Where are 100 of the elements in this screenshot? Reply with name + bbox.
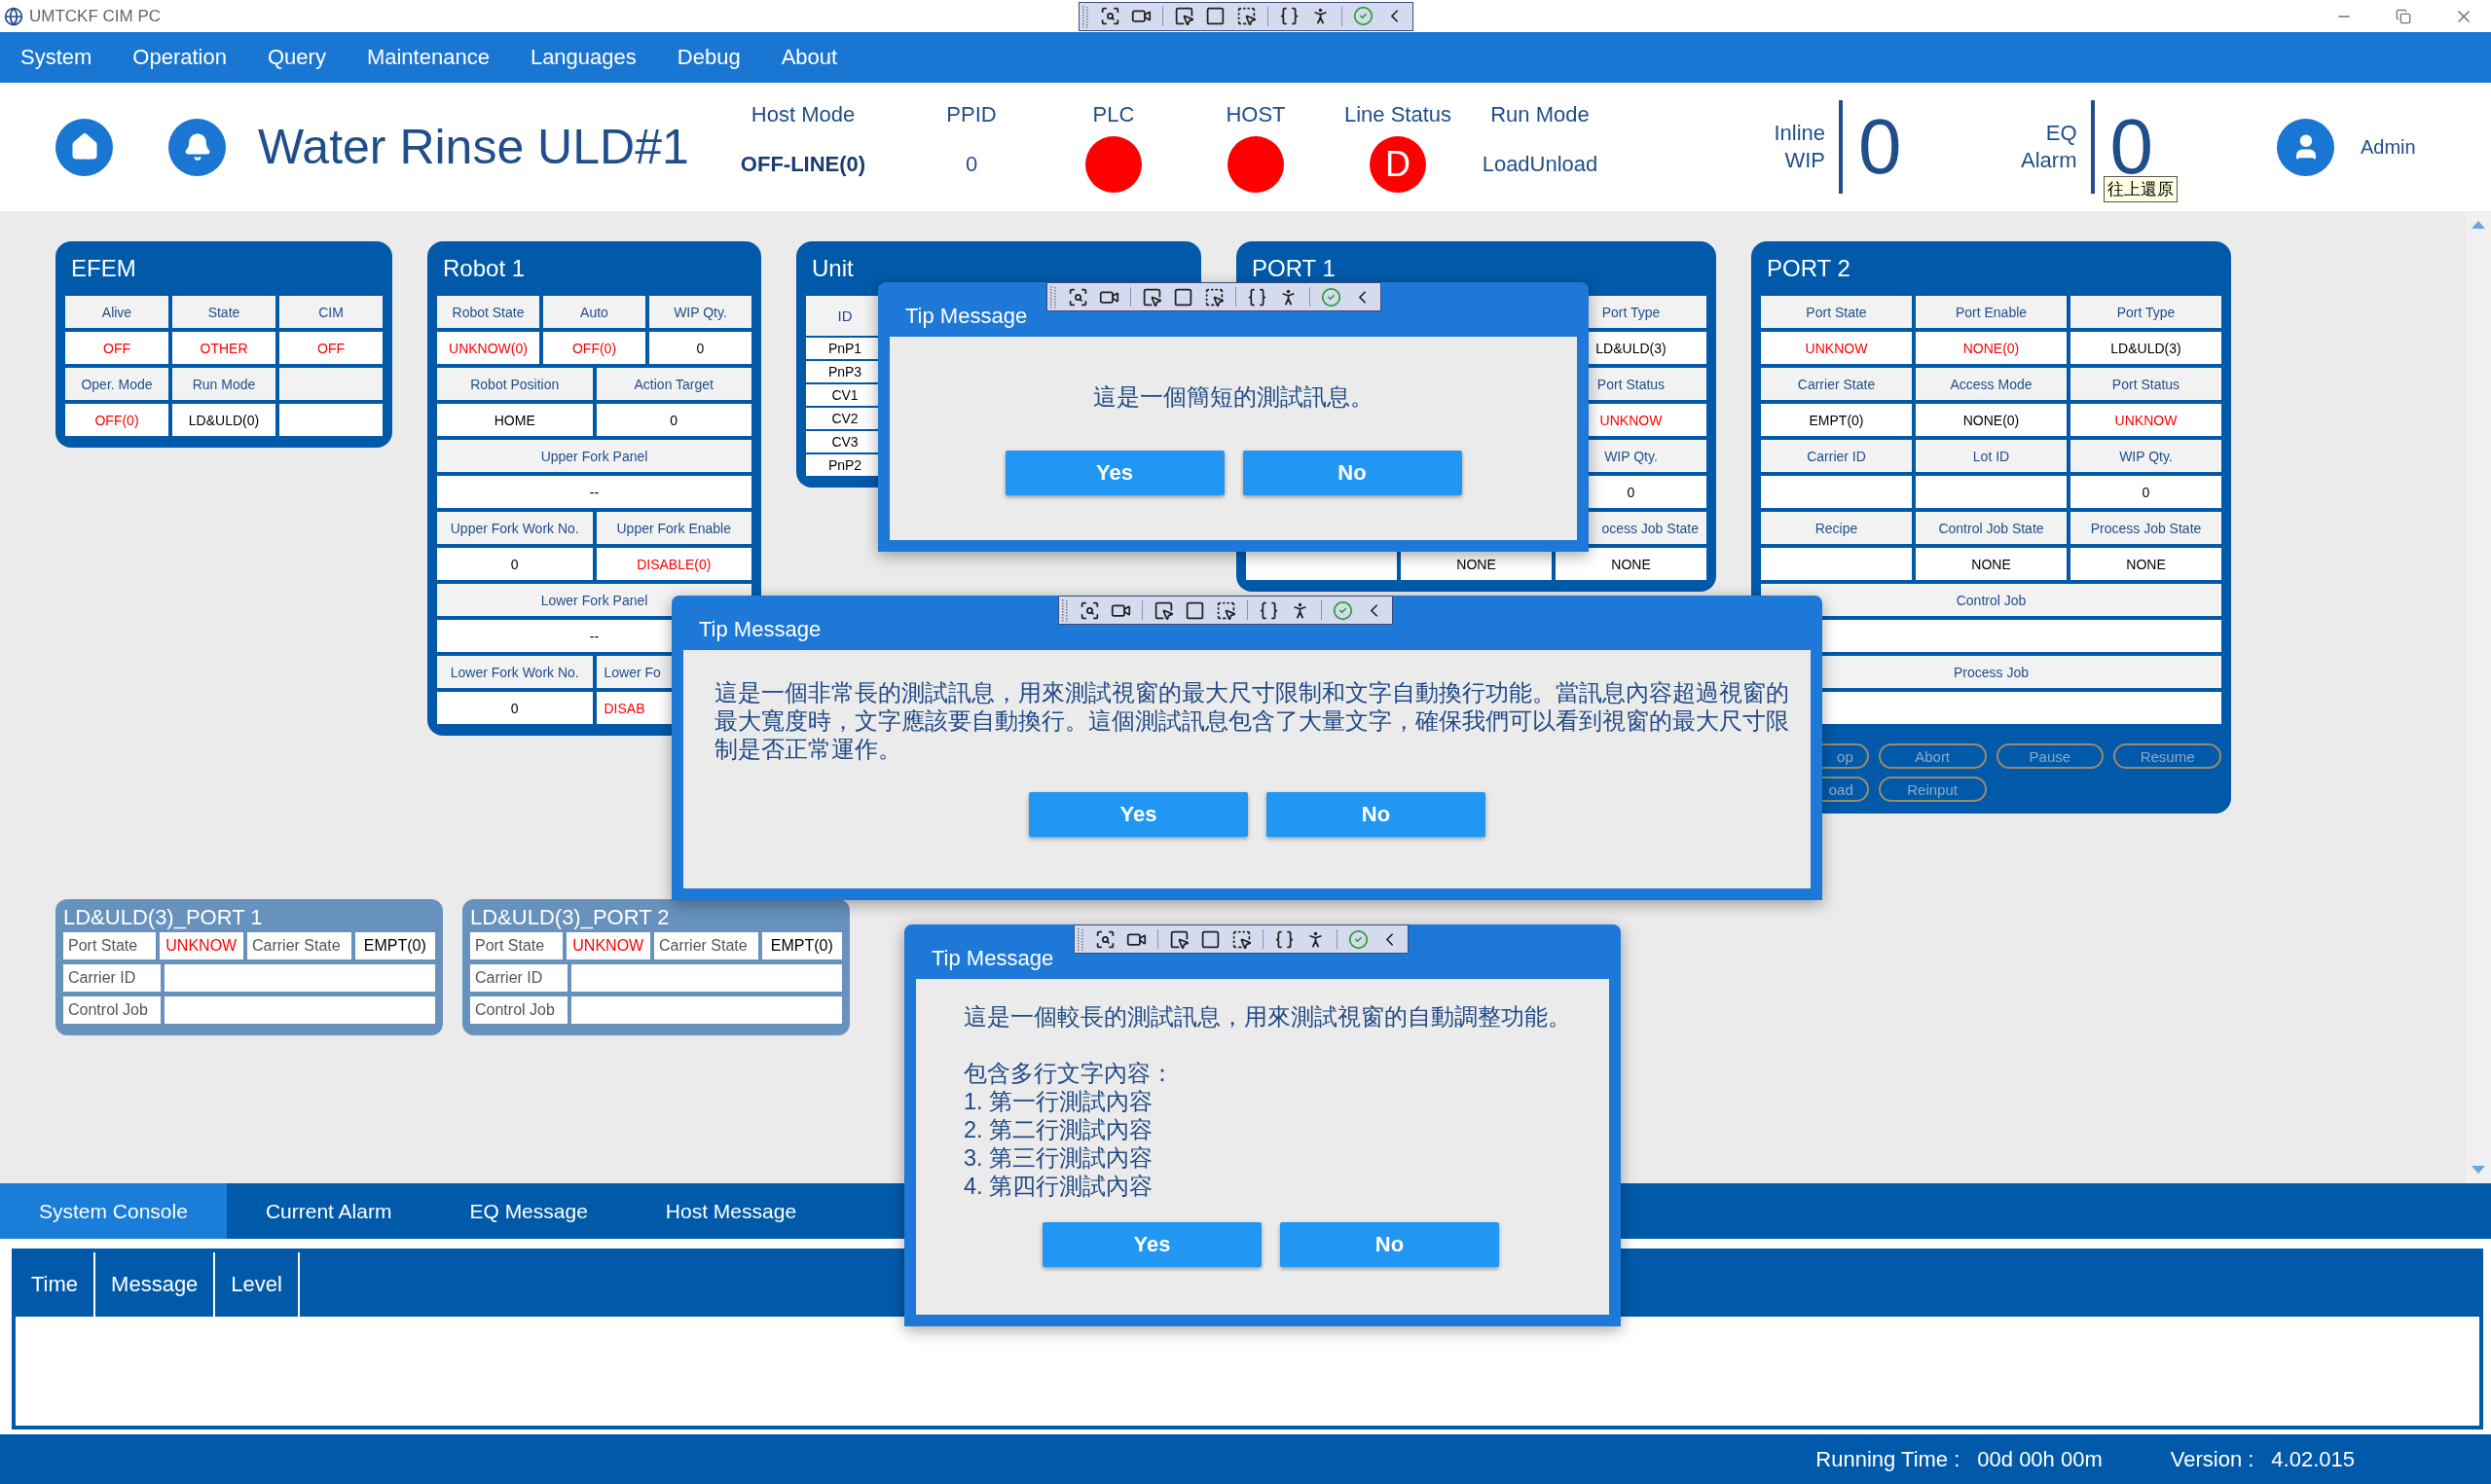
status-value: LoadUnload [1482, 151, 1598, 177]
globe-icon [4, 6, 23, 26]
dialog-button[interactable]: Yes [1029, 792, 1248, 837]
grip-icon[interactable] [1049, 285, 1057, 308]
value-cell: 0 [596, 404, 751, 436]
tab[interactable]: EQ Message [430, 1183, 627, 1239]
dialog-button[interactable]: No [1280, 1222, 1499, 1267]
value-cell: UNKNOW(0) [437, 332, 539, 364]
value-cell: 0 [649, 332, 751, 364]
menu-item[interactable]: Debug [677, 45, 741, 70]
check-circle-icon[interactable] [1333, 599, 1353, 621]
value-cell: OFF(0) [543, 332, 645, 364]
message-text: 這是一個簡短的測試訊息。 [1093, 383, 1374, 412]
label-cell: Action Target [596, 368, 751, 400]
label-cell: Port Status [2070, 368, 2221, 400]
label-cell: WIP Qty. [649, 296, 751, 328]
label-cell: Carrier ID [63, 964, 161, 992]
label-cell: Run Mode [172, 368, 275, 400]
square-icon[interactable] [1204, 6, 1226, 26]
window-title: UMTCKF CIM PC [29, 6, 162, 26]
scan-search-icon[interactable] [1080, 599, 1100, 621]
status-label: Host Mode [751, 101, 856, 127]
label-cell: Auto [543, 296, 645, 328]
scan-search-icon[interactable] [1068, 286, 1088, 308]
scan-search-icon[interactable] [1095, 928, 1116, 950]
menu-item[interactable]: Maintenance [366, 45, 490, 70]
status-label: PLC [1092, 101, 1135, 127]
panel-title: Unit [811, 254, 855, 283]
value-cell: -- [437, 476, 751, 508]
value-cell: LD&ULD(3) [2070, 332, 2221, 364]
label-cell: CIM [279, 296, 383, 328]
value-cell: OFF [279, 332, 383, 364]
dialog-title: Tip Message [932, 946, 1054, 971]
grip-icon[interactable] [1081, 4, 1089, 28]
pointer-square-icon[interactable] [1142, 286, 1162, 308]
status-label: PPID [946, 101, 997, 127]
message-text: 這是一個較長的測試訊息，用來測試視窗的自動調整功能。 [964, 1003, 1571, 1032]
menu-item[interactable]: About [781, 45, 838, 70]
grip-icon[interactable] [1077, 927, 1084, 951]
scan-search-icon[interactable] [1099, 6, 1120, 26]
tab[interactable]: Host Message [626, 1183, 836, 1239]
counter-value: 0 [1858, 108, 1902, 186]
value-cell: OTHER [172, 332, 275, 364]
value-cell: EMPT(0) [761, 932, 842, 959]
menu-item[interactable]: Query [268, 45, 326, 70]
panel-title: LD&ULD(3)_PORT 1 [63, 904, 264, 931]
braces-icon[interactable] [1278, 6, 1300, 26]
status-lamp: D [1370, 135, 1426, 193]
label-cell: Port Enable [1916, 296, 2067, 328]
user-name: Admin [2361, 135, 2416, 159]
message-text: 3. 第三行測試內容 [964, 1144, 1154, 1173]
pointer-square-icon[interactable] [1169, 928, 1190, 950]
label-cell: Carrier State [1761, 368, 1912, 400]
label-cell: Port State [63, 932, 156, 959]
dialog-button[interactable]: No [1266, 792, 1485, 837]
label-cell: Alive [65, 296, 168, 328]
square-icon[interactable] [1200, 928, 1221, 950]
label-cell: WIP Qty. [2070, 440, 2221, 472]
check-circle-icon[interactable] [1352, 6, 1374, 26]
check-circle-icon[interactable] [1321, 286, 1341, 308]
dialog-button[interactable]: Yes [1043, 1222, 1262, 1267]
square-icon[interactable] [1173, 286, 1193, 308]
label-cell: Robot Position [437, 368, 593, 400]
braces-icon[interactable] [1247, 286, 1267, 308]
menu-item[interactable]: System [20, 45, 92, 70]
restore-icon[interactable] [2396, 8, 2411, 24]
panel-title: Robot 1 [442, 254, 527, 283]
braces-icon[interactable] [1259, 599, 1279, 621]
status-value: 00d 00h 00m [1977, 1446, 2103, 1472]
menu-item[interactable]: Languages [530, 45, 637, 70]
tab[interactable]: System Console [0, 1183, 227, 1239]
value-cell: OFF(0) [65, 404, 168, 436]
value-cell: NONE(0) [1916, 332, 2067, 364]
label-cell: Process Job State [2070, 512, 2221, 544]
label-cell: Lot ID [1916, 440, 2067, 472]
menu-item[interactable]: Operation [132, 45, 227, 70]
braces-icon[interactable] [1274, 928, 1295, 950]
status-label: Version : [2170, 1446, 2254, 1472]
pointer-square-icon[interactable] [1154, 599, 1174, 621]
label-cell: Robot State [437, 296, 539, 328]
square-icon[interactable] [1185, 599, 1205, 621]
pointer-square-icon[interactable] [1173, 6, 1194, 26]
grip-icon[interactable] [1061, 598, 1069, 622]
status-value: OFF-LINE(0) [740, 151, 866, 177]
check-circle-icon[interactable] [1348, 928, 1369, 950]
counter-label: WIP [1784, 149, 1825, 173]
label-cell: State [172, 296, 275, 328]
value-cell: 0 [437, 692, 593, 724]
value-cell: UNKNOW [1761, 332, 1912, 364]
value-cell: NONE(0) [1916, 404, 2067, 436]
status-value: 0 [965, 151, 978, 177]
label-cell: Port State [1761, 296, 1912, 328]
counter-label: Alarm [2021, 149, 2077, 173]
dialog-button[interactable]: No [1242, 451, 1462, 495]
tab[interactable]: Current Alarm [226, 1183, 431, 1239]
dialog-button[interactable]: Yes [1005, 451, 1225, 495]
value-cell: NONE [1916, 548, 2067, 580]
value-cell: UNKNOW [2070, 404, 2221, 436]
page-title: Water Rinse ULD#1 [258, 119, 690, 175]
value-cell: OFF [65, 332, 168, 364]
